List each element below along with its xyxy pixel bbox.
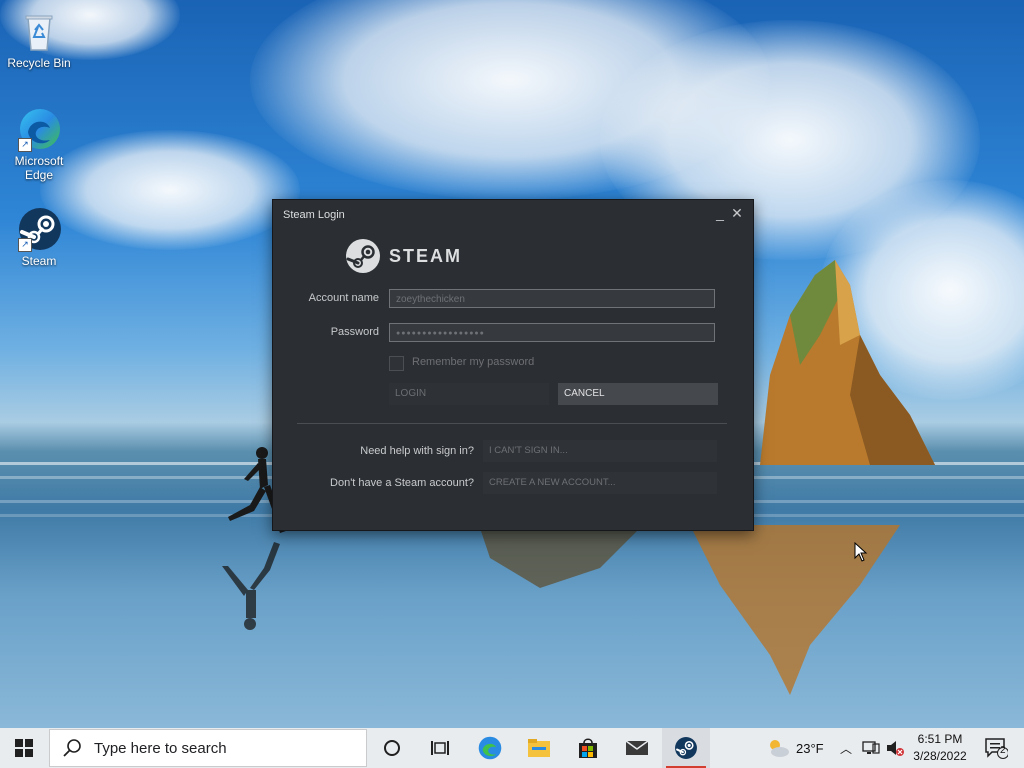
login-button[interactable]: LOGIN bbox=[389, 383, 549, 405]
weather-button[interactable] bbox=[760, 728, 796, 768]
cancel-button[interactable]: CANCEL bbox=[558, 383, 718, 405]
steam-logo-icon bbox=[346, 239, 380, 273]
search-placeholder: Type here to search bbox=[94, 739, 227, 757]
desktop: Recycle Bin ↗ Microsoft Edge ↗ Steam Ste… bbox=[0, 0, 1024, 728]
chevron-up-icon: ︿ bbox=[839, 741, 852, 756]
show-hidden-icons-button[interactable]: ︿ bbox=[836, 728, 856, 768]
task-view-icon bbox=[431, 741, 449, 755]
edge-icon bbox=[478, 736, 502, 760]
password-label: Password bbox=[330, 326, 379, 338]
desktop-icon-recycle-bin[interactable]: Recycle Bin bbox=[1, 8, 77, 70]
taskbar-file-explorer-button[interactable] bbox=[515, 728, 563, 768]
mouse-cursor-icon bbox=[854, 542, 868, 562]
file-explorer-icon bbox=[528, 739, 550, 757]
volume-button[interactable] bbox=[884, 728, 906, 768]
search-icon bbox=[63, 739, 81, 757]
remember-password-label[interactable]: Remember my password bbox=[412, 356, 534, 368]
cortana-icon bbox=[384, 740, 400, 756]
edge-icon: ↗ bbox=[16, 106, 62, 152]
steam-icon bbox=[675, 737, 697, 759]
window-title: Steam Login bbox=[283, 209, 345, 221]
network-icon bbox=[862, 741, 880, 754]
mail-icon bbox=[625, 740, 649, 755]
cortana-button[interactable] bbox=[368, 728, 416, 768]
desktop-icon-label: Recycle Bin bbox=[7, 56, 71, 70]
divider bbox=[297, 423, 727, 424]
network-button[interactable] bbox=[860, 728, 882, 768]
clock-time[interactable]: 6:51 PM bbox=[912, 732, 968, 746]
wallpaper-cloud bbox=[40, 130, 300, 250]
partly-cloudy-night-icon bbox=[770, 740, 789, 757]
no-account-label: Don't have a Steam account? bbox=[330, 477, 474, 489]
shortcut-arrow-icon: ↗ bbox=[18, 138, 32, 152]
close-button[interactable]: ✕ bbox=[728, 204, 746, 222]
desktop-icon-edge[interactable]: ↗ Microsoft Edge bbox=[1, 106, 77, 182]
taskbar-store-button[interactable] bbox=[564, 728, 612, 768]
windows-logo-icon bbox=[15, 739, 33, 757]
minimize-button[interactable]: _ bbox=[711, 204, 729, 222]
clock-date[interactable]: 3/28/2022 bbox=[910, 749, 970, 763]
remember-password-checkbox[interactable] bbox=[389, 356, 404, 371]
weather-temperature[interactable]: 23°F bbox=[796, 741, 824, 756]
notification-count-badge: 2 bbox=[1000, 745, 1006, 756]
cant-sign-in-button[interactable]: I CAN'T SIGN IN... bbox=[483, 440, 717, 462]
wallpaper-rock bbox=[760, 260, 935, 465]
account-name-input[interactable]: zoeythechicken bbox=[389, 289, 715, 308]
steam-login-window: Steam Login _ ✕ STEAM Account name zoeyt… bbox=[272, 199, 754, 531]
steam-logo: STEAM bbox=[345, 238, 462, 274]
wallpaper-rock-reflection bbox=[480, 528, 640, 588]
desktop-icon-steam[interactable]: ↗ Steam bbox=[1, 206, 77, 268]
taskbar-edge-button[interactable] bbox=[466, 728, 514, 768]
taskbar-steam-button[interactable] bbox=[662, 728, 710, 768]
taskbar-search-box[interactable]: Type here to search bbox=[49, 729, 367, 767]
taskbar: Type here to search 23°F ︿ 6:51 PM 3/28/… bbox=[0, 728, 1024, 768]
account-name-label: Account name bbox=[308, 292, 379, 304]
steam-logo-text: STEAM bbox=[389, 245, 462, 266]
store-icon bbox=[579, 738, 597, 758]
desktop-icon-label: Steam bbox=[21, 254, 57, 268]
taskbar-mail-button[interactable] bbox=[613, 728, 661, 768]
start-button[interactable] bbox=[0, 728, 48, 768]
task-view-button[interactable] bbox=[416, 728, 464, 768]
steam-icon: ↗ bbox=[16, 206, 62, 252]
sign-in-help-label: Need help with sign in? bbox=[360, 445, 474, 457]
wallpaper-rock-reflection bbox=[690, 525, 900, 695]
password-input[interactable]: ●●●●●●●●●●●●●●●●● bbox=[389, 323, 715, 342]
desktop-icon-label: Microsoft Edge bbox=[14, 154, 64, 182]
create-account-button[interactable]: CREATE A NEW ACCOUNT... bbox=[483, 472, 717, 494]
action-center-button[interactable]: 2 bbox=[976, 728, 1016, 768]
wallpaper-runner-reflection bbox=[222, 542, 280, 630]
recycle-bin-icon bbox=[16, 8, 62, 54]
shortcut-arrow-icon: ↗ bbox=[18, 238, 32, 252]
volume-muted-icon bbox=[887, 741, 904, 756]
